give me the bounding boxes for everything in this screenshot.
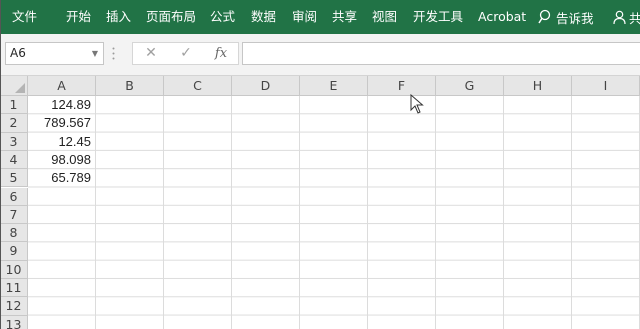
row-header[interactable]: 11 [0, 279, 28, 298]
tab-insert[interactable]: 插入 [106, 0, 131, 34]
tab-view[interactable]: 视图 [372, 0, 397, 34]
row-header[interactable]: 2 [0, 114, 28, 133]
tab-data[interactable]: 数据 [251, 0, 276, 34]
tab-home[interactable]: 开始 [66, 0, 91, 34]
row-header[interactable]: 1 [0, 96, 28, 115]
chevron-down-icon[interactable]: ▼ [92, 43, 98, 64]
column-header-i[interactable]: I [572, 76, 640, 96]
row-header[interactable]: 13 [0, 315, 28, 329]
column-header-e[interactable]: E [300, 76, 368, 96]
formula-buttons: ✕ ✓ fx [132, 42, 239, 65]
window-edge [0, 0, 1, 329]
column-header-b[interactable]: B [96, 76, 164, 96]
cell-a1[interactable]: 124.89 [28, 96, 95, 114]
tell-me-box[interactable]: 告诉我 [538, 0, 594, 34]
tab-file[interactable]: 文件 [12, 0, 37, 34]
tab-formulas[interactable]: 公式 [210, 0, 235, 34]
name-box-value: A6 [10, 46, 26, 60]
row-header[interactable]: 12 [0, 297, 28, 316]
cell-a2[interactable]: 789.567 [28, 114, 95, 132]
lightbulb-icon [538, 9, 551, 24]
fx-icon[interactable]: fx [206, 43, 236, 64]
row-header[interactable]: 6 [0, 187, 28, 206]
cell-a3[interactable]: 12.45 [28, 133, 95, 151]
row-header[interactable]: 9 [0, 242, 28, 261]
tab-review[interactable]: 审阅 [292, 0, 317, 34]
cell-a4[interactable]: 98.098 [28, 151, 95, 169]
row-header[interactable]: 3 [0, 132, 28, 151]
row-header[interactable]: 7 [0, 205, 28, 225]
share-button[interactable]: 共 [613, 0, 640, 34]
share-label: 共 [629, 10, 640, 26]
column-header-a[interactable]: A [28, 76, 96, 96]
cell-area[interactable] [28, 96, 640, 329]
worksheet-grid: A B C D E F G H I 1 2 3 4 5 6 7 8 9 10 1… [0, 76, 640, 329]
name-box[interactable]: A6 ▼ [5, 42, 104, 65]
row-header[interactable]: 4 [0, 150, 28, 170]
row-header[interactable]: 8 [0, 224, 28, 243]
column-header-f[interactable]: F [368, 76, 436, 96]
tab-acrobat[interactable]: Acrobat [478, 0, 526, 34]
cancel-icon[interactable]: ✕ [136, 43, 166, 64]
tab-share[interactable]: 共享 [332, 0, 357, 34]
cell-a5[interactable]: 65.789 [28, 169, 95, 187]
select-all-corner[interactable] [0, 76, 28, 96]
column-header-d[interactable]: D [232, 76, 300, 96]
mouse-pointer-icon [410, 94, 424, 114]
formula-input[interactable] [242, 42, 640, 65]
column-header-c[interactable]: C [164, 76, 232, 96]
column-header-g[interactable]: G [436, 76, 504, 96]
row-header[interactable]: 10 [0, 260, 28, 279]
select-all-triangle-icon [15, 83, 25, 93]
ribbon-tab-bar: 文件 开始 插入 页面布局 公式 数据 审阅 共享 视图 开发工具 Acroba… [0, 0, 640, 34]
grip-dots-icon [112, 47, 115, 60]
formula-bar-area: A6 ▼ ✕ ✓ fx [0, 34, 640, 76]
tab-developer[interactable]: 开发工具 [413, 0, 463, 34]
column-header-h[interactable]: H [504, 76, 572, 96]
row-header[interactable]: 5 [0, 169, 28, 188]
tell-me-label: 告诉我 [556, 10, 594, 26]
person-icon [613, 10, 626, 24]
enter-icon[interactable]: ✓ [171, 43, 201, 64]
tab-page-layout[interactable]: 页面布局 [146, 0, 196, 34]
